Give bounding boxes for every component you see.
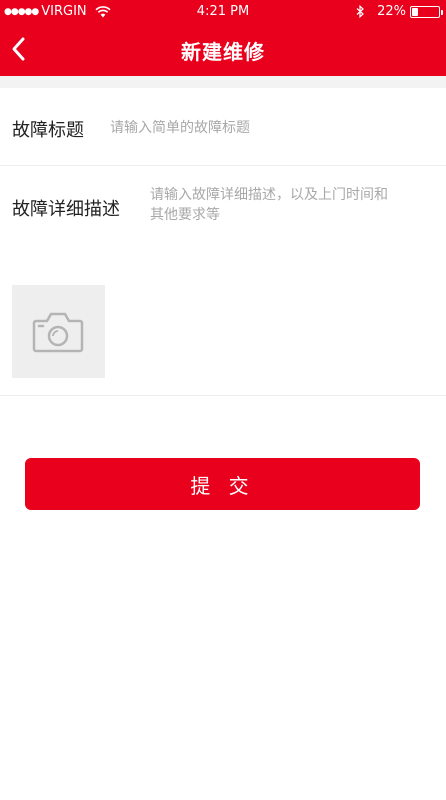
battery-level (412, 7, 418, 16)
battery-tip (441, 9, 443, 15)
fault-description-label: 故障详细描述 (12, 199, 120, 220)
fault-title-row: 故障标题 (0, 88, 446, 166)
bluetooth-icon (356, 5, 364, 18)
fault-description-input[interactable] (148, 183, 402, 247)
status-right: 22% (356, 4, 443, 19)
section-divider (0, 76, 446, 88)
page-title: 新建维修 (181, 40, 265, 64)
submit-button[interactable]: 提 交 (25, 458, 420, 510)
fault-title-input[interactable] (108, 114, 432, 142)
header-bar: ●●●●● VIRGIN 4:21 PM 22% 新建维修 (0, 0, 446, 76)
camera-icon (32, 312, 84, 353)
add-photo-button[interactable] (12, 285, 105, 378)
battery-icon (410, 5, 443, 18)
status-bar: ●●●●● VIRGIN 4:21 PM 22% (0, 0, 446, 24)
battery-percent: 22% (377, 4, 406, 19)
fault-title-label: 故障标题 (12, 120, 84, 141)
fault-description-row: 故障详细描述 (0, 165, 446, 396)
